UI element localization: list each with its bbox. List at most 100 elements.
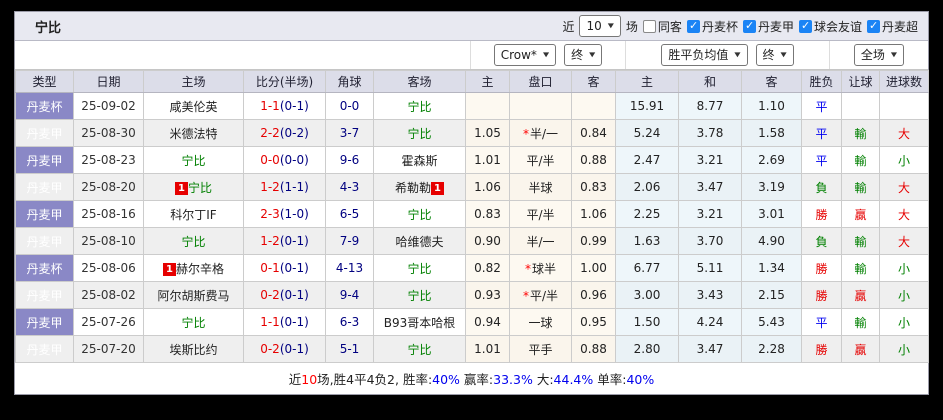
avg-home-cell: 15.91: [615, 92, 679, 120]
avg-home-cell: 1.63: [615, 227, 679, 255]
odds-away-cell: 0.96: [571, 281, 616, 309]
corner-cell: 0-0: [325, 92, 374, 120]
table-row: 丹麦杯 25-08-06 1 赫尔辛格 0-1(0-1) 4-13 宁比 0.82 *球半 1.0…: [15, 254, 929, 282]
handicap-line-cell: 平/半: [509, 200, 572, 228]
halftime-score: (0-1): [279, 99, 309, 113]
away-team-cell: 宁比: [373, 335, 466, 363]
red-card-badge: 1: [175, 181, 188, 195]
home-team-name: 宁比: [181, 315, 206, 330]
league-filter-丹麦甲[interactable]: 丹麦甲: [742, 18, 794, 35]
score-cell: 0-1(0-1): [243, 254, 326, 282]
fulltime-score: 1-1: [260, 315, 280, 329]
recent-count-value: 10: [586, 19, 602, 33]
result-goals-cell: 大: [879, 119, 929, 147]
controls-spacer: [15, 41, 471, 69]
odds-away-cell: 0.88: [571, 146, 616, 174]
odds-home-cell: 0.93: [465, 281, 510, 309]
corner-cell: 6-3: [325, 308, 374, 336]
league-label: 丹麦甲: [757, 19, 794, 34]
league-filter-球会友谊[interactable]: 球会友谊: [798, 18, 862, 35]
avg-draw-cell: 3.70: [678, 227, 742, 255]
avg-draw-cell: 8.77: [678, 92, 742, 120]
same-away-checkbox[interactable]: [642, 19, 656, 33]
summary-segment: 单率:: [593, 372, 627, 387]
league-checkbox[interactable]: [742, 19, 756, 33]
fulltime-score: 2-3: [260, 207, 280, 221]
same-away-filter[interactable]: 同客: [642, 18, 682, 35]
home-team-cell: 科尔丁IF: [143, 200, 244, 228]
result-handicap-cell: 贏: [841, 200, 880, 228]
away-team-cell: 宁比: [373, 281, 466, 309]
summary-segment: 近: [288, 372, 302, 387]
handicap-line-text: 平手: [528, 342, 553, 357]
live-star-mark: *: [522, 126, 529, 141]
league-label: 丹麦杯: [701, 19, 738, 34]
summary-segment: 大:: [532, 372, 554, 387]
avg-draw-cell: 3.47: [678, 173, 742, 201]
avg-away-cell: 1.34: [741, 254, 802, 282]
result-handicap-cell: 輸: [841, 173, 880, 201]
league-checkbox[interactable]: [798, 19, 812, 33]
result-wdl-cell: 平: [801, 92, 842, 120]
league-type-cell: 丹麦甲: [15, 308, 74, 336]
result-handicap-cell: [841, 92, 880, 120]
date-cell: 25-08-10: [73, 227, 144, 255]
column-header-让球: 让球: [841, 70, 880, 93]
fulltime-score: 0-2: [260, 342, 280, 356]
average-state-select[interactable]: 终 ▼: [755, 44, 794, 66]
scope-controls: 全场 ▼: [830, 41, 928, 69]
table-row: 丹麦甲 25-08-16 科尔丁IF 2-3(1-0) 6-5 宁比 0.83 平/半 1.06…: [15, 200, 929, 228]
topbar-controls: 近 10 ▼ 场 同客 丹麦杯 丹麦甲 球会友谊 丹麦超: [562, 15, 928, 37]
recent-label: 近: [562, 19, 575, 34]
halftime-score: (0-1): [279, 234, 309, 248]
halftime-score: (0-0): [279, 153, 309, 167]
league-checkbox[interactable]: [686, 19, 700, 33]
bookmaker-select[interactable]: Crow* ▼: [493, 44, 557, 66]
bookmaker-controls: Crow* ▼ 终 ▼: [471, 41, 626, 69]
red-card-badge: 1: [163, 262, 176, 276]
home-team-name: 阿尔胡斯费马: [157, 288, 230, 303]
handicap-line-cell: *球半: [509, 254, 572, 282]
league-filter-丹麦超[interactable]: 丹麦超: [866, 18, 918, 35]
league-filter-丹麦杯[interactable]: 丹麦杯: [686, 18, 738, 35]
fulltime-score: 1-2: [260, 180, 280, 194]
corner-cell: 4-3: [325, 173, 374, 201]
page-title: 宁比: [35, 20, 62, 36]
average-select[interactable]: 胜平负均值 ▼: [661, 44, 748, 66]
bookmaker-state-select[interactable]: 终 ▼: [564, 44, 603, 66]
away-team-cell: 霍森斯: [373, 146, 466, 174]
table-row: 丹麦甲 25-08-20 1 宁比 1-2(1-1) 4-3 希勒勒 1 1.06 半球 0.83 2…: [15, 173, 929, 201]
away-team-cell: 哈维德夫: [373, 227, 466, 255]
handicap-line-cell: *平/半: [509, 281, 572, 309]
avg-home-cell: 2.06: [615, 173, 679, 201]
result-wdl-cell: 勝: [801, 281, 842, 309]
result-goals-cell: 小: [879, 335, 929, 363]
corner-cell: 9-6: [325, 146, 374, 174]
date-cell: 25-08-23: [73, 146, 144, 174]
odds-away-cell: 0.99: [571, 227, 616, 255]
fulltime-score: 1-1: [260, 99, 280, 113]
away-team-name: 宁比: [407, 99, 432, 114]
odds-home-cell: 1.06: [465, 173, 510, 201]
bookmaker-value: Crow*: [500, 48, 537, 62]
table-row: 丹麦杯 25-09-02 咸美伦英 1-1(0-1) 0-0 宁比 15.91 8.77 1.1…: [15, 92, 929, 120]
away-team-name: 希勒勒: [395, 180, 432, 195]
avg-away-cell: 5.43: [741, 308, 802, 336]
date-cell: 25-08-20: [73, 173, 144, 201]
score-cell: 1-2(1-1): [243, 173, 326, 201]
date-cell: 25-08-30: [73, 119, 144, 147]
league-type-cell: 丹麦甲: [15, 335, 74, 363]
odds-home-cell: 1.05: [465, 119, 510, 147]
corner-cell: 6-5: [325, 200, 374, 228]
avg-away-cell: 2.69: [741, 146, 802, 174]
chevron-down-icon: ▼: [542, 51, 550, 59]
avg-home-cell: 5.24: [615, 119, 679, 147]
score-cell: 2-3(1-0): [243, 200, 326, 228]
score-cell: 2-2(0-2): [243, 119, 326, 147]
scope-select[interactable]: 全场 ▼: [853, 44, 905, 66]
summary-segment: 场,胜4平4负2,: [317, 372, 403, 387]
recent-count-select[interactable]: 10 ▼: [579, 15, 621, 37]
away-team-name: 宁比: [407, 342, 432, 357]
avg-draw-cell: 3.43: [678, 281, 742, 309]
league-checkbox[interactable]: [866, 19, 880, 33]
